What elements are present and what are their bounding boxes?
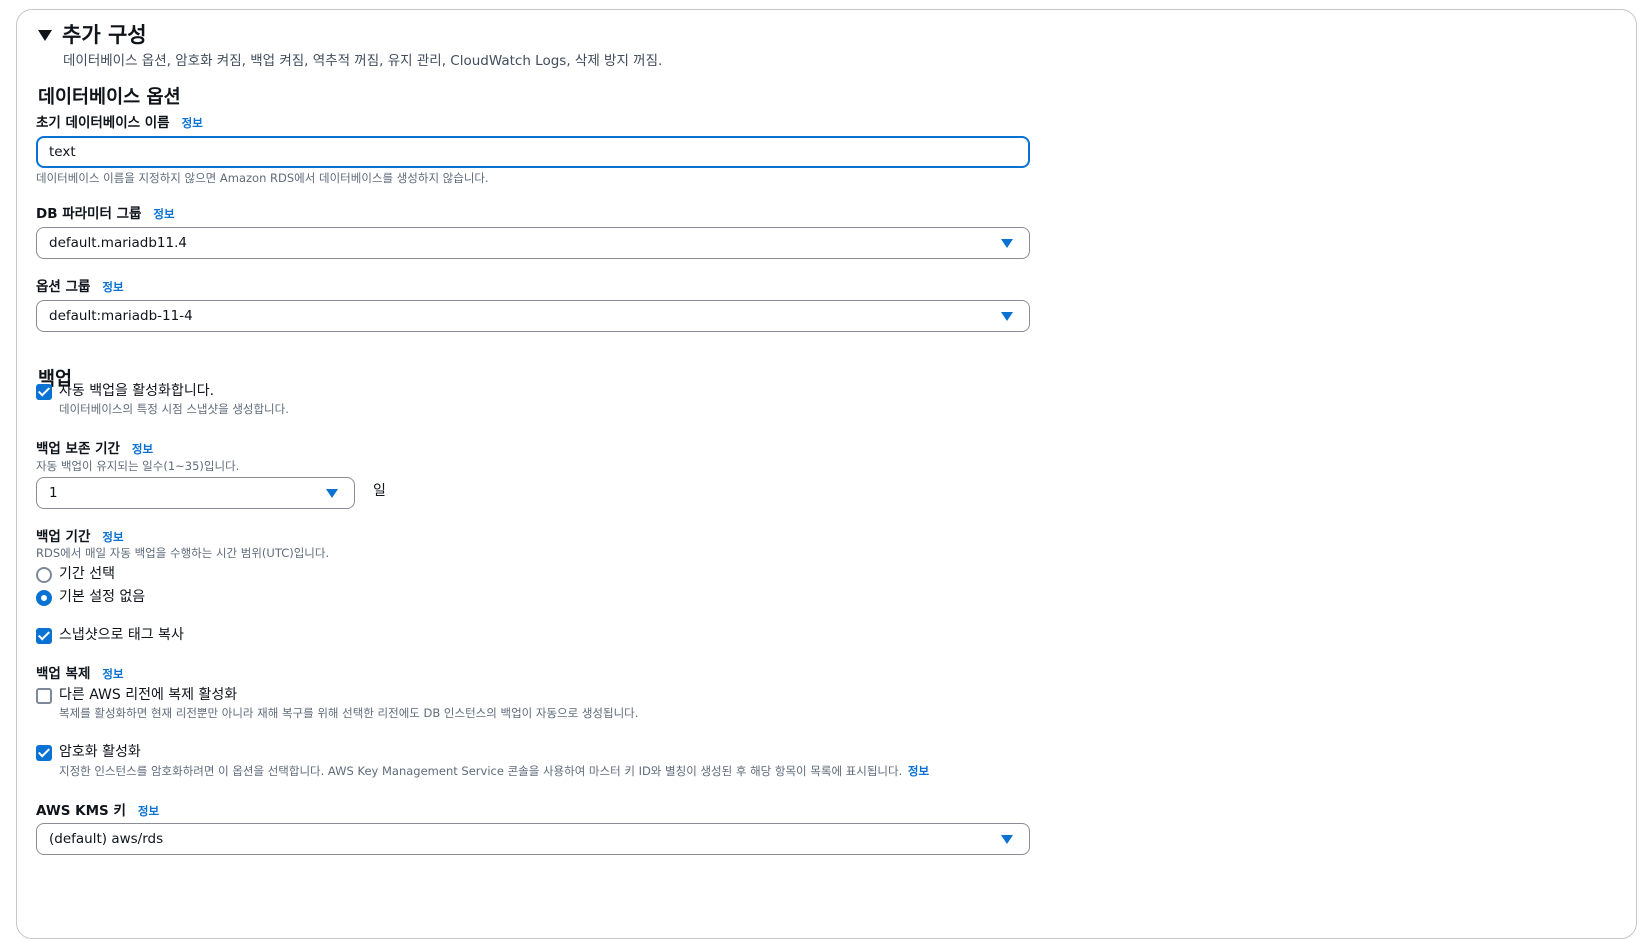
retention-label: 백업 보존 기간 [36,441,120,457]
option-group-value: default:mariadb-11-4 [49,308,193,324]
section-summary: 데이터베이스 옵션, 암호화 켜짐, 백업 켜짐, 역추적 꺼짐, 유지 관리,… [63,53,663,69]
dropdown-arrow-icon [1001,239,1013,248]
backup-replication-label: 백업 복제 [36,666,91,682]
param-group-label-row: DB 파라미터 그룹 정보 [36,203,175,224]
enable-replication-hint: 복제를 활성화하면 현재 리전뿐만 아니라 재해 복구를 위해 선택한 리전에도… [59,706,639,720]
copy-tags-checkbox[interactable] [36,628,52,644]
expand-caret-icon[interactable] [38,30,52,41]
db-options-heading: 데이터베이스 옵션 [38,87,181,108]
section-title[interactable]: 추가 구성 [62,20,147,50]
option-group-label-row: 옵션 그룹 정보 [36,276,124,297]
enable-auto-backup-hint: 데이터베이스의 특정 시점 스냅샷을 생성합니다. [59,402,289,416]
backup-window-no-preference-radio[interactable] [36,590,52,606]
enable-encryption-hint: 지정한 인스턴스를 암호화하려면 이 옵션을 선택합니다. AWS Key Ma… [59,764,903,778]
info-link[interactable]: 정보 [102,667,123,681]
backup-window-choose-label[interactable]: 기간 선택 [59,564,115,584]
info-link[interactable]: 정보 [132,442,153,456]
param-group-value: default.mariadb11.4 [49,235,187,251]
info-link[interactable]: 정보 [138,804,159,818]
backup-window-choose-radio[interactable] [36,567,52,583]
initial-db-name-label-row: 초기 데이터베이스 이름 정보 [36,112,203,133]
info-link[interactable]: 정보 [182,116,203,130]
info-link[interactable]: 정보 [153,207,174,221]
option-group-label: 옵션 그룹 [36,279,91,295]
option-group-select[interactable]: default:mariadb-11-4 [36,300,1030,332]
retention-value: 1 [49,485,58,501]
kms-key-value: (default) aws/rds [49,831,164,847]
enable-encryption-checkbox[interactable] [36,745,52,761]
initial-db-name-label: 초기 데이터베이스 이름 [36,115,170,131]
retention-select[interactable]: 1 [36,477,355,509]
kms-key-label-row: AWS KMS 키 정보 [36,800,159,821]
retention-label-row: 백업 보존 기간 정보 [36,438,153,459]
param-group-select[interactable]: default.mariadb11.4 [36,227,1030,259]
retention-hint: 자동 백업이 유지되는 일수(1~35)입니다. [36,459,240,473]
enable-replication-label[interactable]: 다른 AWS 리전에 복제 활성화 [59,685,237,705]
info-link[interactable]: 정보 [102,280,123,294]
dropdown-arrow-icon [326,489,338,498]
info-link[interactable]: 정보 [102,530,123,544]
kms-key-select[interactable]: (default) aws/rds [36,823,1030,855]
enable-auto-backup-label[interactable]: 자동 백업을 활성화합니다. [59,381,214,401]
kms-key-label: AWS KMS 키 [36,803,126,819]
enable-encryption-hint-row: 지정한 인스턴스를 암호화하려면 이 옵션을 선택합니다. AWS Key Ma… [59,761,929,781]
info-link[interactable]: 정보 [908,764,929,778]
dropdown-arrow-icon [1001,312,1013,321]
backup-window-no-preference-label[interactable]: 기본 설정 없음 [59,587,145,607]
enable-replication-checkbox[interactable] [36,688,52,704]
backup-replication-label-row: 백업 복제 정보 [36,663,124,684]
enable-auto-backup-checkbox[interactable] [36,384,52,400]
initial-db-name-input[interactable]: text [36,136,1030,168]
dropdown-arrow-icon [1001,835,1013,844]
retention-unit: 일 [373,483,386,499]
enable-encryption-label[interactable]: 암호화 활성화 [59,742,141,762]
backup-window-hint: RDS에서 매일 자동 백업을 수행하는 시간 범위(UTC)입니다. [36,546,330,560]
backup-window-label: 백업 기간 [36,529,91,545]
param-group-label: DB 파라미터 그룹 [36,206,142,222]
initial-db-name-hint: 데이터베이스 이름을 지정하지 않으면 Amazon RDS에서 데이터베이스를… [36,171,489,185]
copy-tags-label[interactable]: 스냅샷으로 태그 복사 [59,625,184,645]
